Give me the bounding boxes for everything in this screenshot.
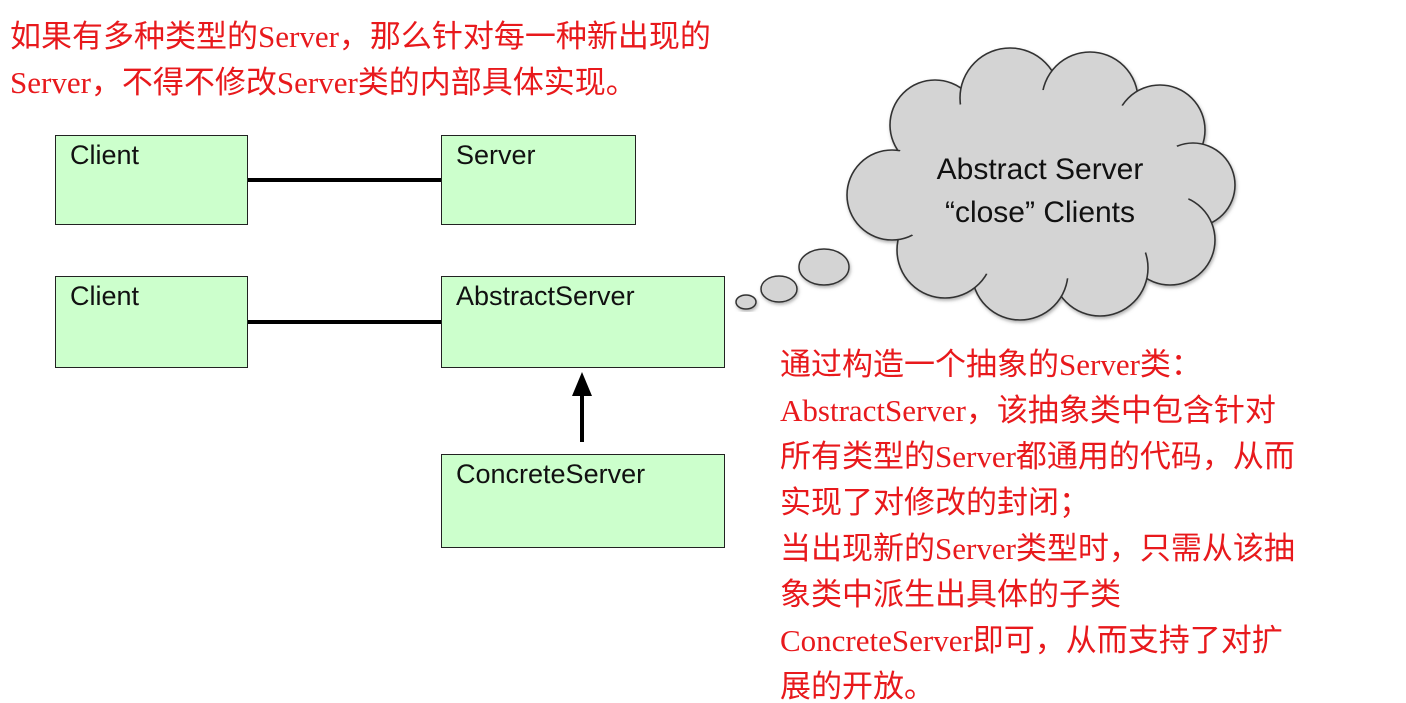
side-note-line: 所有类型的Server都通用的代码，从而 [780, 439, 1295, 474]
cloud-text-line: “close” Clients [944, 196, 1136, 229]
server-box: Server [441, 135, 636, 225]
client-box-bottom-label: Client [70, 281, 140, 311]
thought-bubble-medium [760, 275, 798, 303]
thought-bubble-large [798, 248, 850, 286]
side-note-line: ConcreteServer即可，从而支持了对扩 [780, 623, 1283, 658]
cloud-text: Abstract Server “close” Clients [880, 148, 1200, 234]
side-note-line: 通过构造一个抽象的Server类： [780, 347, 1202, 382]
thought-bubble-small [735, 294, 757, 310]
side-note-line: AbstractServer，该抽象类中包含针对 [780, 393, 1276, 428]
side-note-line: 展的开放。 [780, 669, 935, 703]
diagram-canvas: 如果有多种类型的Server，那么针对每一种新出现的 Server，不得不修改S… [0, 0, 1406, 703]
side-note-line: 当出现新的Server类型时，只需从该抽 [780, 531, 1295, 566]
concrete-server-box: ConcreteServer [441, 454, 725, 548]
side-note: 通过构造一个抽象的Server类： AbstractServer，该抽象类中包含… [780, 342, 1295, 703]
abstract-server-box: AbstractServer [441, 276, 725, 368]
server-box-label: Server [456, 140, 536, 170]
cloud-text-line: Abstract Server [936, 153, 1144, 186]
client-box-bottom: Client [55, 276, 248, 368]
client-box-top-label: Client [70, 140, 140, 170]
side-note-line: 实现了对修改的封闭； [780, 485, 1090, 520]
concrete-server-box-label: ConcreteServer [456, 459, 646, 489]
side-note-line: 象类中派生出具体的子类 [780, 577, 1121, 612]
inheritance-arrow [572, 372, 592, 442]
abstract-server-box-label: AbstractServer [456, 281, 635, 311]
client-box-top: Client [55, 135, 248, 225]
